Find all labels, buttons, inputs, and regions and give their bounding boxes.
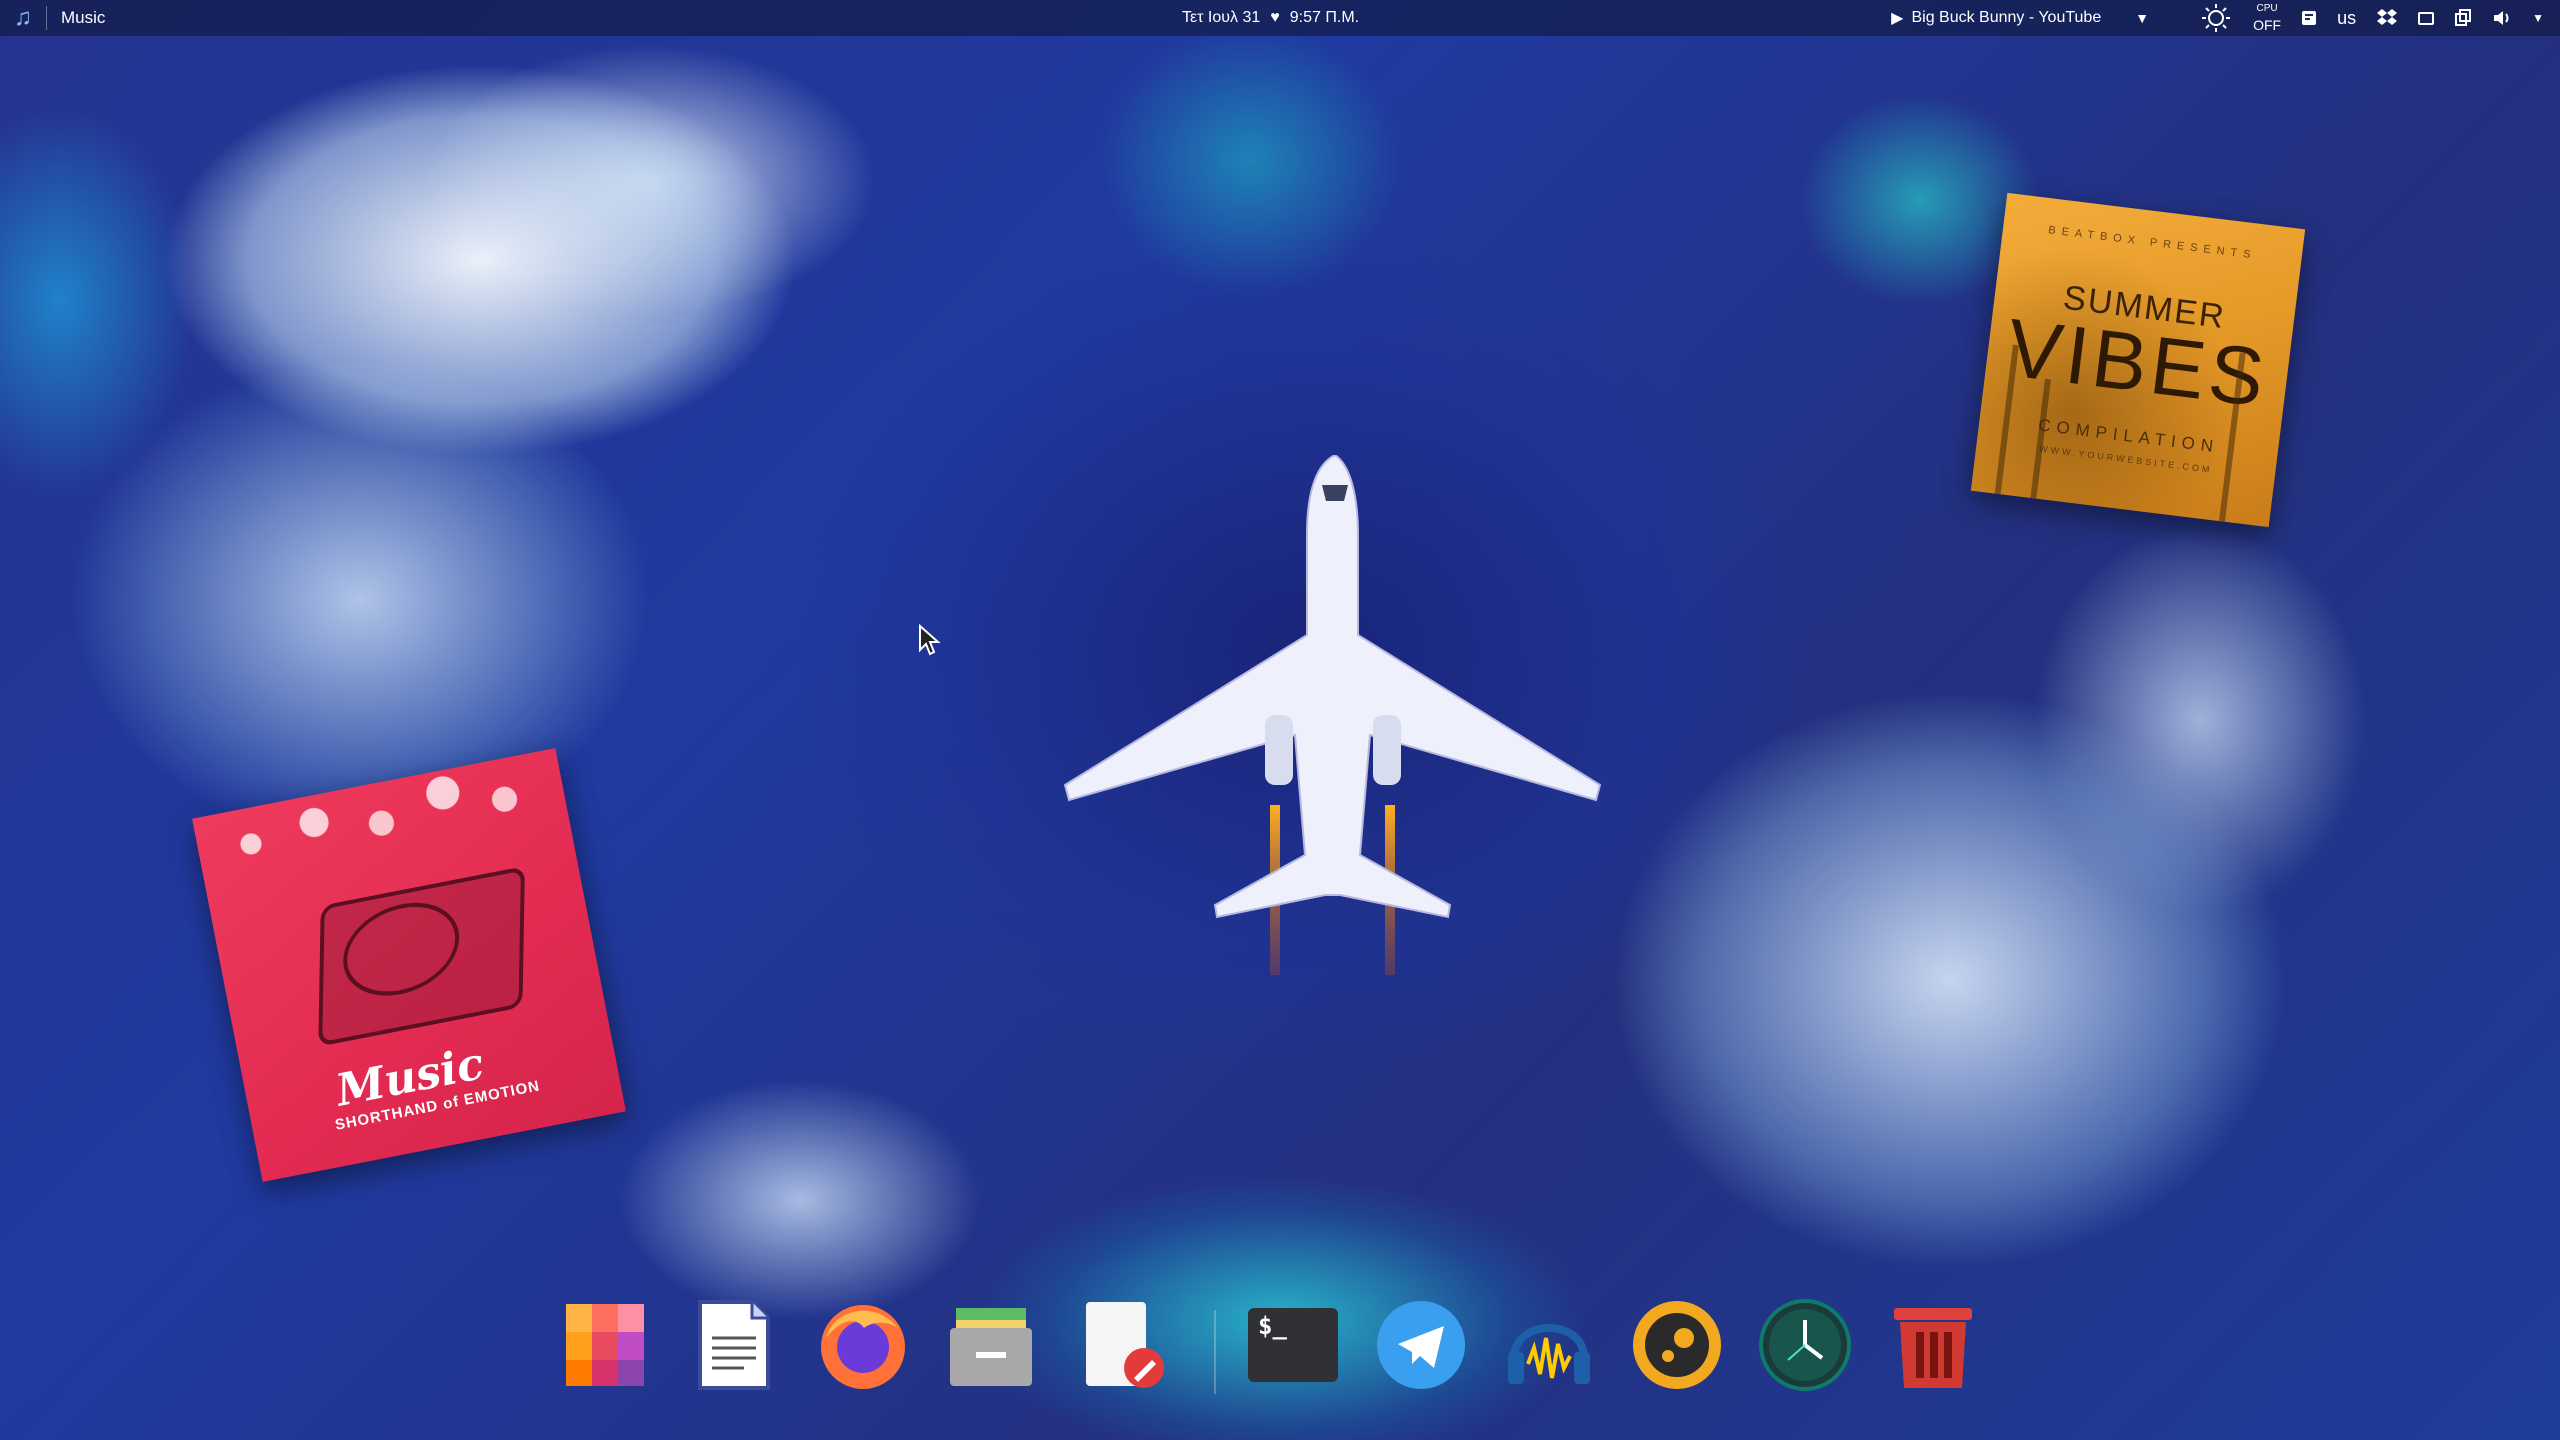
cpu-indicator[interactable]: CPU OFF <box>2253 3 2282 33</box>
dropbox-icon[interactable] <box>2376 8 2398 28</box>
airplane-illustration <box>1063 455 1602 975</box>
telegram-icon[interactable] <box>1374 1298 1468 1392</box>
music-note-icon: ♫ <box>14 4 32 31</box>
cpu-label: CPU <box>2256 3 2278 14</box>
chevron-down-icon[interactable]: ▼ <box>2135 10 2149 26</box>
play-icon: ▶ <box>1891 10 1904 27</box>
app-menu[interactable]: ♫ Music <box>0 0 105 36</box>
cpu-value: OFF <box>2253 17 2282 33</box>
display-icon[interactable] <box>2418 11 2435 25</box>
album-art-music[interactable]: Music SHORTHAND of EMOTION <box>192 748 626 1182</box>
top-panel: ♫ Music Τετ Ιουλ 31 ♥ 9:57 Π.Μ. ▶ Big Bu… <box>0 0 2560 36</box>
clipboard-icon[interactable] <box>2454 9 2472 27</box>
heart-icon: ♥ <box>1270 9 1280 26</box>
clock-icon[interactable] <box>1758 1298 1852 1392</box>
trash-icon[interactable] <box>1886 1298 1980 1392</box>
file-manager-icon[interactable] <box>944 1298 1038 1392</box>
media-indicator[interactable]: ▶ Big Buck Bunny - YouTube ▼ <box>1891 8 2149 28</box>
time-label: 9:57 Π.Μ. <box>1289 9 1360 26</box>
record-platter <box>342 892 460 1006</box>
clock-menu[interactable]: Τετ Ιουλ 31 ♥ 9:57 Π.Μ. <box>1182 0 1359 36</box>
weather-icon[interactable] <box>2199 3 2233 33</box>
audio-player-icon[interactable] <box>1502 1298 1596 1392</box>
firefox-icon[interactable] <box>816 1298 910 1392</box>
indicator-area: ▶ Big Buck Bunny - YouTube ▼ CPU OFF us <box>1891 0 2554 36</box>
text-editor-icon[interactable] <box>686 1298 780 1392</box>
date-label: Τετ Ιουλ 31 <box>1182 9 1261 26</box>
app-menu-separator <box>46 6 47 30</box>
dock: $_ <box>558 1290 1998 1420</box>
app-menu-title[interactable]: Music <box>61 8 105 28</box>
terminal-icon[interactable]: $_ <box>1246 1298 1340 1392</box>
document-writer-icon[interactable] <box>1072 1298 1166 1392</box>
media-title: Big Buck Bunny - YouTube <box>1911 9 2102 26</box>
mosaic-app-icon[interactable] <box>558 1298 652 1392</box>
dock-separator <box>1214 1310 1216 1394</box>
album-presenter-text: BEATBOX PRESENTS <box>2047 224 2258 262</box>
character-app-icon[interactable] <box>1630 1298 1724 1392</box>
volume-icon[interactable] <box>2492 9 2512 27</box>
system-menu-caret[interactable]: ▼ <box>2532 11 2544 25</box>
keyboard-layout[interactable]: us <box>2337 8 2356 29</box>
turntable-illustration <box>318 866 525 1047</box>
album-art-summer-vibes[interactable]: BEATBOX PRESENTS SUMMER VIBES COMPILATIO… <box>1970 192 2306 528</box>
notes-icon[interactable] <box>2301 10 2317 26</box>
terminal-prompt: $_ <box>1258 1312 1287 1340</box>
mouse-cursor-icon <box>919 624 941 656</box>
